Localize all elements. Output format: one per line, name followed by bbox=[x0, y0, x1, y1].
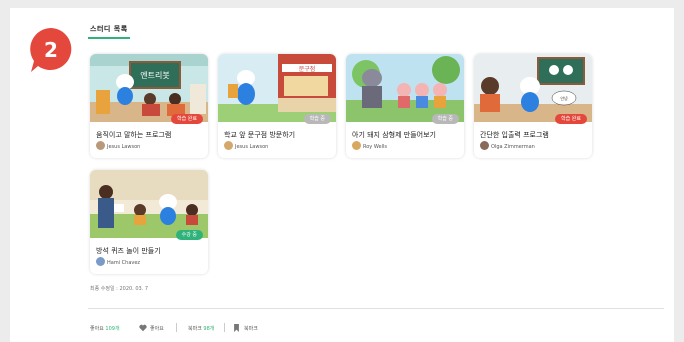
status-badge: 학습 중 bbox=[303, 114, 331, 124]
card-title: 간단한 입출력 프로그램 bbox=[480, 131, 549, 139]
heart-icon[interactable] bbox=[139, 324, 147, 332]
card-thumbnail bbox=[90, 170, 208, 238]
card-thumbnail: 문구점 bbox=[218, 54, 336, 122]
svg-text:엔트리봇: 엔트리봇 bbox=[140, 70, 169, 80]
card-author: Jesus Lawson bbox=[235, 144, 269, 150]
status-badge: 학습 완료 bbox=[555, 114, 587, 124]
last-updated: 최종 수정일 : 2020. 03. 7 bbox=[90, 286, 149, 292]
separator bbox=[224, 323, 225, 332]
likes-label: 좋아요 bbox=[90, 326, 104, 332]
section-underline bbox=[88, 37, 130, 39]
card-author: Hami Chavez bbox=[107, 260, 141, 266]
bookmarks-stat: 북마크 98개 bbox=[188, 325, 214, 332]
card-title: 움직이고 말하는 프로그램 bbox=[96, 131, 172, 139]
card-author: Olga Zimmerman bbox=[491, 144, 535, 150]
author-avatar bbox=[96, 141, 105, 150]
status-badge: 학습 중 bbox=[431, 114, 459, 124]
bookmark-icon[interactable] bbox=[233, 324, 240, 332]
study-card[interactable]: 수강 중 방석 퀴즈 놀이 만들기 Hami Chavez bbox=[90, 170, 208, 274]
card-title: 학교 앞 문구점 방문하기 bbox=[224, 131, 296, 139]
bookmarks-label: 북마크 bbox=[188, 326, 202, 332]
likes-stat: 좋아요 109개 bbox=[90, 325, 120, 332]
study-card[interactable]: 안녕 학습 완료 간단한 입출력 프로그램 Olga Zimmerman bbox=[474, 54, 592, 158]
study-card[interactable]: 학습 중 아기 돼지 삼형제 만들어보기 Roy Wells bbox=[346, 54, 464, 158]
svg-text:안녕: 안녕 bbox=[560, 95, 568, 101]
bookmark-button[interactable]: 북마크 bbox=[244, 325, 258, 332]
separator bbox=[176, 323, 177, 332]
author-avatar bbox=[352, 141, 361, 150]
card-author: Jesus Lawson bbox=[107, 144, 141, 150]
card-thumbnail: 안녕 bbox=[474, 54, 592, 122]
study-card[interactable]: 문구점 학습 중 학교 앞 문구점 방문하기 Jesus Lawson bbox=[218, 54, 336, 158]
card-author: Roy Wells bbox=[363, 144, 387, 150]
divider bbox=[88, 308, 664, 309]
card-thumbnail: 엔트리봇 bbox=[90, 54, 208, 122]
card-thumbnail bbox=[346, 54, 464, 122]
author-avatar bbox=[480, 141, 489, 150]
bookmarks-count: 98개 bbox=[203, 326, 215, 332]
status-badge: 수강 중 bbox=[175, 230, 203, 240]
svg-text:문구점: 문구점 bbox=[299, 66, 316, 73]
section-title: 스터디 목록 bbox=[90, 25, 128, 33]
step-number: 2 bbox=[44, 38, 58, 62]
card-title: 아기 돼지 삼형제 만들어보기 bbox=[352, 131, 436, 139]
card-title: 방석 퀴즈 놀이 만들기 bbox=[96, 247, 161, 255]
study-card[interactable]: 엔트리봇 학습 완료 움직이고 말하는 프로그램 Jesus Lawson bbox=[90, 54, 208, 158]
status-badge: 학습 완료 bbox=[171, 114, 203, 124]
like-button[interactable]: 좋아요 bbox=[150, 325, 164, 332]
author-avatar bbox=[96, 257, 105, 266]
likes-count: 109개 bbox=[105, 326, 120, 332]
step-badge: 2 bbox=[30, 28, 72, 72]
author-avatar bbox=[224, 141, 233, 150]
